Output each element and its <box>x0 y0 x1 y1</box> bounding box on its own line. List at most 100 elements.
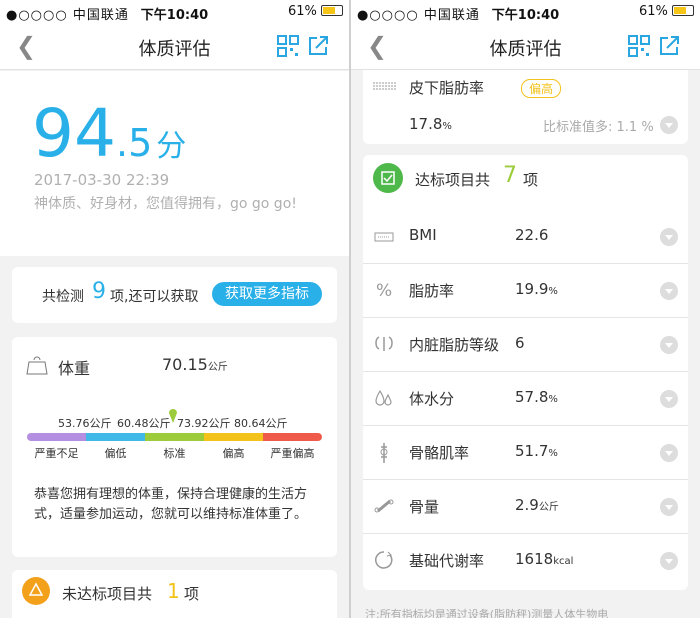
gauge-label: 标准 <box>163 447 186 460</box>
unmet-suffix: 项 <box>184 585 200 603</box>
battery-indicator: 61% <box>288 4 343 19</box>
metric-unit: 公斤 <box>538 502 559 513</box>
metric-row[interactable]: 体水分 57.8% <box>363 372 688 426</box>
muscle-icon <box>380 443 388 463</box>
expand-icon[interactable] <box>660 390 678 408</box>
gauge-segment <box>27 433 86 441</box>
weight-card: 体重 70.15公斤 53.76公斤 60.48公斤 73.92公斤 80.64… <box>12 337 337 557</box>
metric-list: BMI 22.6% 脂肪率 19.9% 内脏脂肪等级 6 体水分 57.8% 骨骼肌率 51.7%… <box>363 210 688 590</box>
footnote: 注:所有指标均是通过设备(脂肪秤)测量人体生物电 <box>365 608 609 618</box>
metric-unit: % <box>548 448 558 459</box>
score-comment: 神体质、好身材，您值得拥有，go go go! <box>34 196 297 212</box>
metric-number: 6 <box>515 334 525 352</box>
met-suffix: 项 <box>523 171 539 189</box>
status-bar: ●○○○○ 中国联通 下午10:40 61% <box>0 0 349 24</box>
weight-advice: 恭喜您拥有理想的体重，保持合理健康的生活方式，适量参加运动，您就可以维持标准体重… <box>34 487 308 522</box>
qr-code-icon[interactable] <box>277 35 299 57</box>
fat-unit: % <box>442 121 452 132</box>
skin-fat-icon <box>373 82 397 90</box>
gauge-label: 严重不足 <box>34 447 79 460</box>
metric-name: 基础代谢率 <box>409 552 485 570</box>
detect-card: 共检测 9 项,还可以获取 获取更多指标 <box>12 267 337 323</box>
expand-icon[interactable] <box>660 498 678 516</box>
gauge-label: 偏低 <box>104 447 127 460</box>
metric-row[interactable]: 基础代谢率 1618kcal <box>363 534 688 588</box>
gauge-segment <box>145 433 204 441</box>
fat-number: 17.8 <box>409 115 443 133</box>
gauge-label: 严重偏高 <box>270 447 315 460</box>
score-decimal: .5 <box>115 121 153 165</box>
battery-icon <box>321 5 343 16</box>
get-more-button[interactable]: 获取更多指标 <box>212 282 322 306</box>
expand-icon[interactable] <box>660 444 678 462</box>
metric-number: 19.9 <box>515 280 549 298</box>
percent-icon: % <box>376 281 392 301</box>
metric-unit: kcal <box>553 556 574 567</box>
nav-bar: ❮ 体质评估 <box>351 24 700 70</box>
weight-label: 体重 <box>58 359 91 378</box>
scale-icon <box>26 356 48 375</box>
check-icon <box>373 163 403 193</box>
met-card: 达标项目共 7 项 BMI 22.6% 脂肪率 19.9% 内脏脂肪等级 6 体水分 57.8… <box>363 155 688 590</box>
threshold-2: 60.48公斤 <box>117 417 171 430</box>
gauge-segment <box>204 433 263 441</box>
share-icon[interactable] <box>658 35 680 57</box>
metric-value: 57.8% <box>515 388 558 406</box>
qr-code-icon[interactable] <box>628 35 650 57</box>
metric-value: 1618kcal <box>515 550 573 568</box>
weight-number: 70.15 <box>162 355 208 374</box>
bone-icon <box>374 499 394 513</box>
metric-number: 51.7 <box>515 442 549 460</box>
metric-number: 22.6 <box>515 226 549 244</box>
warning-icon <box>22 577 50 605</box>
metric-name: 脂肪率 <box>409 282 455 300</box>
detect-prefix: 共检测 <box>42 289 84 305</box>
metric-row[interactable]: BMI 22.6 <box>363 210 688 264</box>
metric-name: 骨量 <box>409 498 440 516</box>
threshold-1: 53.76公斤 <box>58 417 112 430</box>
metric-value: 19.9% <box>515 280 558 298</box>
metric-unit: % <box>548 286 558 297</box>
scale-icon <box>374 232 394 242</box>
metric-row[interactable]: 骨骼肌率 51.7% <box>363 426 688 480</box>
share-icon[interactable] <box>307 35 329 57</box>
score-value: 94.5 分 <box>32 95 186 172</box>
left-screen: ●○○○○ 中国联通 下午10:40 61% ❮ 体质评估 94.5 分 2017… <box>0 0 349 618</box>
threshold-4: 80.64公斤 <box>234 417 288 430</box>
expand-icon[interactable] <box>660 282 678 300</box>
threshold-3: 73.92公斤 <box>177 417 231 430</box>
fat-expand-icon[interactable] <box>660 116 678 134</box>
score-integer: 94 <box>32 95 116 172</box>
organ-icon <box>375 336 393 351</box>
expand-icon[interactable] <box>660 552 678 570</box>
weight-marker-icon <box>169 409 177 423</box>
metric-name: 体水分 <box>409 390 455 408</box>
metric-row[interactable]: % 脂肪率 19.9% <box>363 264 688 318</box>
metric-name: 内脏脂肪等级 <box>409 336 500 354</box>
fat-label: 皮下脂肪率 <box>409 79 485 97</box>
metric-number: 1618 <box>515 550 554 568</box>
fat-note: 比标准值多: 1.1 % <box>543 120 654 135</box>
metric-name: 骨骼肌率 <box>409 444 470 462</box>
score-unit: 分 <box>156 129 187 164</box>
battery-indicator: 61% <box>639 4 694 19</box>
metric-name: BMI <box>409 226 437 244</box>
metric-row[interactable]: 骨量 2.9公斤 <box>363 480 688 534</box>
fat-badge: 偏高 <box>521 79 562 98</box>
detect-count: 9 <box>92 279 106 304</box>
battery-icon <box>672 5 694 16</box>
weight-gauge-labels: 严重不足 偏低 标准 偏高 严重偏高 <box>27 445 322 461</box>
right-screen: 皮下脂肪率 偏高 17.8% 比标准值多: 1.1 % 达标项目共 7 项 BM… <box>351 0 700 618</box>
detect-suffix: 项,还可以获取 <box>110 289 199 305</box>
water-drop-icon <box>375 389 392 406</box>
weight-gauge <box>27 433 322 441</box>
expand-icon[interactable] <box>660 336 678 354</box>
metric-row[interactable]: 内脏脂肪等级 6 <box>363 318 688 372</box>
metric-number: 2.9 <box>515 496 539 514</box>
expand-icon[interactable] <box>660 228 678 246</box>
battery-percent: 61% <box>287 4 317 19</box>
unmet-prefix: 未达标项目共 <box>62 585 153 603</box>
status-bar: ●○○○○ 中国联通 下午10:40 61% <box>351 0 700 24</box>
score-card: 94.5 分 2017-03-30 22:39 神体质、好身材，您值得拥有，go … <box>0 71 349 256</box>
gauge-segment <box>86 433 145 441</box>
